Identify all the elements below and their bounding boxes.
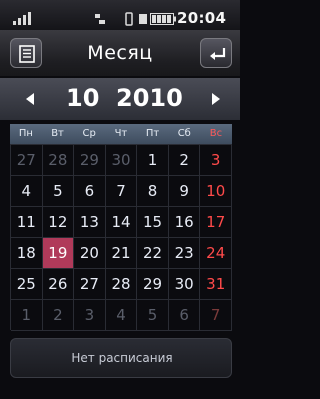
clock-time: 20:04 [177,9,227,27]
back-button[interactable] [200,38,232,68]
signal-strength-icon [13,12,31,25]
calendar-day[interactable]: 11 [11,207,43,238]
calendar-day[interactable]: 16 [168,207,201,238]
calendar-day-sunday[interactable]: 31 [200,269,232,300]
calendar-day-sunday[interactable]: 3 [200,145,232,176]
calendar-day[interactable]: 29 [137,269,169,300]
calendar-day[interactable]: 1 [11,300,43,331]
schedule-bar[interactable]: Нет расписания [10,338,232,378]
month-number: 10 [66,84,100,112]
weekday-label-sunday: Вс [209,128,223,139]
calendar-day[interactable]: 23 [168,238,201,269]
calendar-grid: 27 28 29 30 1 2 3 4 5 6 7 8 9 10 11 12 1… [10,144,232,331]
calendar-day[interactable]: 30 [168,269,201,300]
no-schedule-label: Нет расписания [71,351,173,365]
calendar-day[interactable]: 25 [11,269,43,300]
calendar-day-sunday[interactable]: 7 [200,300,232,331]
calendar-day[interactable]: 5 [137,300,169,331]
weekday-label: Пт [145,128,160,139]
calendar-day[interactable]: 2 [42,300,75,331]
sim-card-icon [139,14,147,24]
calendar-day[interactable]: 27 [74,269,106,300]
calendar-day[interactable]: 15 [137,207,169,238]
calendar-day[interactable]: 3 [74,300,106,331]
calendar-day[interactable]: 1 [137,145,169,176]
calendar-day[interactable]: 21 [105,238,138,269]
weekday-label: Сб [177,128,191,139]
calendar-day[interactable]: 29 [74,145,106,176]
calendar-day[interactable]: 27 [11,145,43,176]
year-number: 2010 [116,84,183,112]
calendar-day[interactable]: 20 [74,238,106,269]
calendar-day[interactable]: 5 [42,176,75,207]
calendar-day[interactable]: 6 [74,176,106,207]
back-arrow-icon [210,48,226,60]
calendar-day-sunday[interactable]: 10 [200,176,232,207]
calendar-day[interactable]: 2 [168,145,201,176]
calendar-day-selected[interactable]: 19 [42,238,75,269]
vibrate-icon [125,12,133,26]
status-bar: 20:04 [0,0,240,30]
next-month-button[interactable] [210,92,222,106]
calendar-day[interactable]: 6 [168,300,201,331]
weekday-label: Чт [114,128,128,139]
calendar-day[interactable]: 22 [137,238,169,269]
calendar-day[interactable]: 28 [105,269,138,300]
calendar-day[interactable]: 26 [42,269,75,300]
calendar-day[interactable]: 9 [168,176,201,207]
title-bar: Месяц [0,30,240,76]
calendar-day[interactable]: 8 [137,176,169,207]
weekday-label: Вт [51,128,64,139]
calendar-day-sunday[interactable]: 17 [200,207,232,238]
calendar-day[interactable]: 18 [11,238,43,269]
weekday-label: Ср [82,128,96,139]
calendar-day-sunday[interactable]: 24 [200,238,232,269]
month-navigation: 10 2010 [0,78,240,120]
calendar-day[interactable]: 4 [11,176,43,207]
weekday-label: Пн [18,128,33,139]
prev-month-button[interactable] [24,92,36,106]
calendar-day[interactable]: 4 [105,300,138,331]
network-data-icon [95,14,105,24]
battery-icon [150,13,176,25]
calendar-day[interactable]: 14 [105,207,138,238]
calendar-day[interactable]: 13 [74,207,106,238]
calendar-day[interactable]: 7 [105,176,138,207]
weekday-header: Пн Вт Ср Чт Пт Сб Вс [10,124,232,144]
calendar-day[interactable]: 12 [42,207,75,238]
calendar-day[interactable]: 28 [42,145,75,176]
calendar-day[interactable]: 30 [105,145,138,176]
